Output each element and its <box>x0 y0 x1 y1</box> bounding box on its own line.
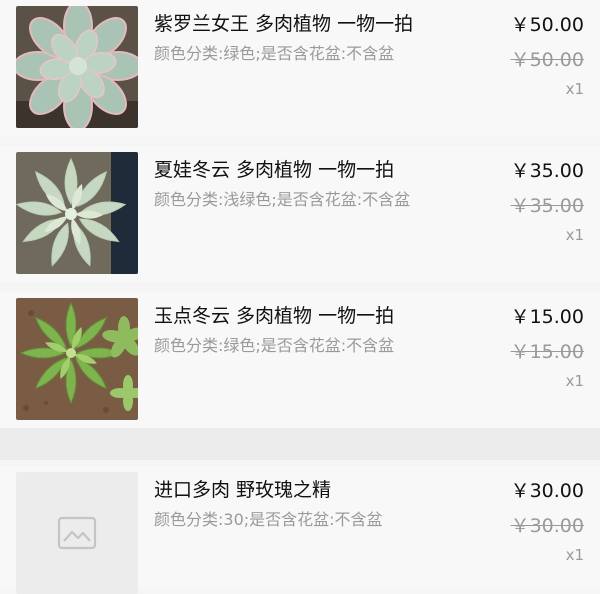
product-price: ￥50.00 <box>510 14 584 36</box>
product-title[interactable]: 玉点冬云 多肉植物 一物一拍 <box>154 301 394 328</box>
product-title[interactable]: 夏娃冬云 多肉植物 一物一拍 <box>154 155 394 182</box>
quantity-label: x1 <box>565 372 584 390</box>
succulent-photo <box>16 298 138 420</box>
product-attributes: 颜色分类:30;是否含花盆:不含盆 <box>154 510 383 529</box>
order-item-list: 紫罗兰女王 多肉植物 一物一拍 颜色分类:绿色;是否含花盆:不含盆 ￥50.00… <box>0 0 600 594</box>
original-price: ￥30.00 <box>510 515 584 537</box>
product-thumbnail[interactable] <box>16 6 138 128</box>
section-divider <box>0 428 600 460</box>
product-price: ￥35.00 <box>510 160 584 182</box>
succulent-photo <box>16 152 138 274</box>
product-price: ￥30.00 <box>510 480 584 502</box>
quantity-label: x1 <box>565 226 584 244</box>
order-item[interactable]: 紫罗兰女王 多肉植物 一物一拍 颜色分类:绿色;是否含花盆:不含盆 ￥50.00… <box>0 0 600 136</box>
quantity-label: x1 <box>565 546 584 564</box>
succulent-photo <box>16 6 138 128</box>
product-attributes: 颜色分类:绿色;是否含花盆:不含盆 <box>154 44 395 63</box>
quantity-label: x1 <box>565 80 584 98</box>
order-item[interactable]: 玉点冬云 多肉植物 一物一拍 颜色分类:绿色;是否含花盆:不含盆 ￥15.00 … <box>0 292 600 428</box>
original-price: ￥35.00 <box>510 195 584 217</box>
product-price: ￥15.00 <box>510 306 584 328</box>
original-price: ￥15.00 <box>510 341 584 363</box>
order-item[interactable]: 进口多肉 野玫瑰之精 颜色分类:30;是否含花盆:不含盆 ￥30.00 ￥30.… <box>0 466 600 594</box>
product-thumbnail[interactable] <box>16 152 138 274</box>
order-item[interactable]: 夏娃冬云 多肉植物 一物一拍 颜色分类:浅绿色;是否含花盆:不含盆 ￥35.00… <box>0 146 600 282</box>
product-attributes: 颜色分类:浅绿色;是否含花盆:不含盆 <box>154 190 411 209</box>
product-attributes: 颜色分类:绿色;是否含花盆:不含盆 <box>154 336 395 355</box>
product-title[interactable]: 紫罗兰女王 多肉植物 一物一拍 <box>154 9 413 36</box>
original-price: ￥50.00 <box>510 49 584 71</box>
image-placeholder-icon <box>57 516 97 550</box>
product-title[interactable]: 进口多肉 野玫瑰之精 <box>154 475 331 502</box>
product-thumbnail[interactable] <box>16 472 138 594</box>
product-thumbnail[interactable] <box>16 298 138 420</box>
